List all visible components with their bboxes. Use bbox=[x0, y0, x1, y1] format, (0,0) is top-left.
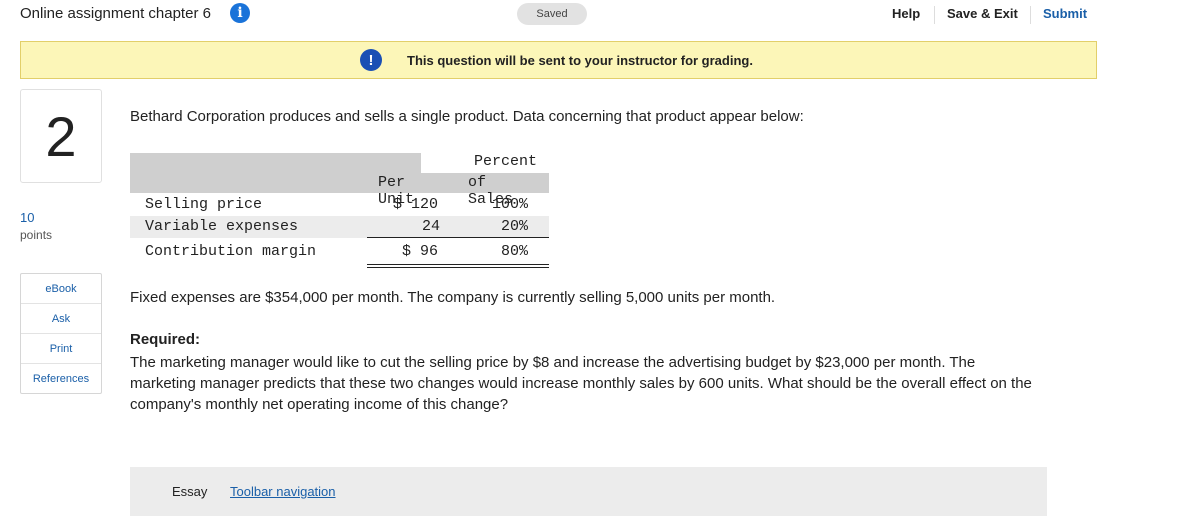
row-label: Selling price bbox=[145, 196, 263, 213]
table-row: Contribution margin $ 96 80% bbox=[130, 241, 549, 263]
ebook-button[interactable]: eBook bbox=[21, 274, 101, 304]
question-number: 2 bbox=[20, 89, 102, 183]
table-row: Variable expenses 24 20% bbox=[130, 216, 549, 238]
header-divider bbox=[934, 6, 935, 24]
row-percent: 100% bbox=[492, 196, 529, 213]
print-button[interactable]: Print bbox=[21, 334, 101, 364]
required-heading: Required: bbox=[130, 331, 201, 348]
toolbar-navigation-link[interactable]: Toolbar navigation bbox=[230, 484, 336, 499]
question-tools-menu: eBook Ask Print References bbox=[20, 273, 102, 394]
header-divider bbox=[1030, 6, 1031, 24]
row-label: Variable expenses bbox=[145, 218, 299, 235]
saved-status-badge: Saved bbox=[517, 3, 587, 25]
fixed-expenses-text: Fixed expenses are $354,000 per month. T… bbox=[130, 289, 776, 306]
row-per-unit: $ 96 bbox=[402, 243, 439, 260]
table-row: Selling price $ 120 100% bbox=[130, 194, 549, 216]
save-exit-button[interactable]: Save & Exit bbox=[947, 6, 1018, 21]
row-label: Contribution margin bbox=[145, 243, 317, 260]
row-per-unit: $ 120 bbox=[393, 196, 439, 213]
total-double-rule bbox=[367, 267, 549, 268]
question-intro: Bethard Corporation produces and sells a… bbox=[130, 108, 804, 125]
ask-button[interactable]: Ask bbox=[21, 304, 101, 334]
references-button[interactable]: References bbox=[21, 364, 101, 393]
grading-notice-banner: ! This question will be sent to your ins… bbox=[20, 41, 1097, 79]
points-label: points bbox=[20, 228, 53, 242]
subtotal-rule bbox=[367, 237, 549, 238]
submit-button[interactable]: Submit bbox=[1043, 6, 1087, 21]
exclamation-icon: ! bbox=[360, 49, 382, 71]
essay-toolbar: Essay Toolbar navigation bbox=[130, 467, 1047, 516]
required-text: The marketing manager would like to cut … bbox=[130, 354, 1032, 413]
row-per-unit: 24 bbox=[422, 218, 441, 235]
row-percent: 20% bbox=[501, 218, 529, 235]
info-icon[interactable]: i bbox=[230, 3, 250, 23]
essay-label: Essay bbox=[172, 484, 208, 499]
grading-notice-text: This question will be sent to your instr… bbox=[407, 53, 753, 68]
top-bar: Online assignment chapter 6 i Saved Help… bbox=[0, 0, 1188, 30]
row-percent: 80% bbox=[501, 243, 529, 260]
help-button[interactable]: Help bbox=[892, 6, 920, 21]
total-double-rule bbox=[367, 264, 549, 265]
points-value: 10 bbox=[20, 210, 35, 225]
assignment-title: Online assignment chapter 6 bbox=[20, 5, 211, 22]
header-percent: Percent bbox=[474, 153, 538, 170]
